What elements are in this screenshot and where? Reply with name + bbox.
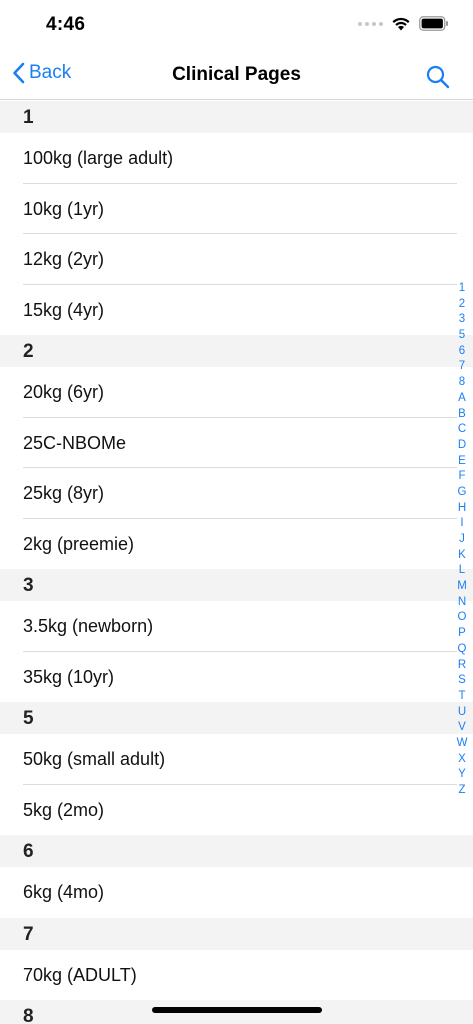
section-index-letter[interactable]: 5 — [459, 328, 465, 344]
section-index-letter[interactable]: 3 — [459, 312, 465, 328]
section-index-letter[interactable]: Z — [458, 783, 465, 799]
status-time: 4:46 — [46, 14, 86, 35]
section-header: 7 — [0, 917, 473, 950]
section-index-letter[interactable]: 2 — [459, 297, 465, 313]
section-index-letter[interactable]: U — [458, 705, 466, 721]
list-item[interactable]: 10kg (1yr) — [0, 183, 473, 234]
page-title: Clinical Pages — [172, 64, 301, 85]
section-index-letter[interactable]: K — [458, 548, 466, 564]
search-icon[interactable] — [425, 64, 451, 90]
list-item[interactable]: 25kg (8yr) — [0, 468, 473, 519]
section-index-letter[interactable]: C — [458, 422, 466, 438]
section-index-letter[interactable]: L — [459, 563, 465, 579]
section-index-letter[interactable]: G — [458, 485, 467, 501]
section-index-letter[interactable]: T — [458, 689, 465, 705]
section-index-letter[interactable]: F — [458, 469, 465, 485]
list-item[interactable]: 20kg (6yr) — [0, 367, 473, 418]
section-index-letter[interactable]: H — [458, 501, 466, 517]
section-header: 6 — [0, 835, 473, 867]
section-index-letter[interactable]: A — [458, 391, 466, 407]
list-item[interactable]: 35kg (10yr) — [0, 651, 473, 702]
section-index-letter[interactable]: E — [458, 454, 466, 470]
status-icons — [358, 16, 449, 31]
section-index-letter[interactable]: 6 — [459, 344, 465, 360]
list-item[interactable]: 25C-NBOMe — [0, 417, 473, 468]
section-index-letter[interactable]: N — [458, 595, 466, 611]
section-index-letter[interactable]: O — [458, 610, 467, 626]
section-index-letter[interactable]: Q — [458, 642, 467, 658]
section-index-letter[interactable]: S — [458, 673, 466, 689]
navigation-bar: Back Clinical Pages — [0, 52, 473, 100]
section-index-letter[interactable]: J — [459, 532, 465, 548]
section-index[interactable]: 1235678ABCDEFGHIJKLMNOPQRSTUVWXYZ — [454, 281, 470, 799]
list-item[interactable]: 3.5kg (newborn) — [0, 601, 473, 652]
cellular-signal-icon — [358, 21, 383, 26]
battery-icon — [419, 16, 448, 31]
section-index-letter[interactable]: B — [458, 407, 466, 423]
list-item[interactable]: 50kg (small adult) — [0, 734, 473, 785]
section-index-letter[interactable]: D — [458, 438, 466, 454]
section-header: 3 — [0, 569, 473, 601]
list-item[interactable]: 100kg (large adult) — [0, 133, 473, 184]
section-index-letter[interactable]: 1 — [459, 281, 465, 297]
list-item[interactable]: 6kg (4mo) — [0, 867, 473, 918]
section-index-letter[interactable]: Y — [458, 767, 466, 783]
list-item[interactable]: 12kg (2yr) — [0, 234, 473, 285]
list-item[interactable]: 2kg (preemie) — [0, 518, 473, 569]
section-index-letter[interactable]: W — [457, 736, 468, 752]
section-index-letter[interactable]: P — [458, 626, 466, 642]
section-header: 5 — [0, 702, 473, 734]
section-index-letter[interactable]: I — [460, 516, 463, 532]
clinical-pages-list[interactable]: 1 100kg (large adult) 10kg (1yr) 12kg (2… — [0, 101, 473, 1024]
section-index-letter[interactable]: M — [457, 579, 467, 595]
home-indicator — [152, 1007, 322, 1013]
section-index-letter[interactable]: V — [458, 720, 466, 736]
list-item[interactable]: 15kg (4yr) — [0, 284, 473, 335]
list-item[interactable]: 70kg (ADULT) — [0, 949, 473, 1000]
list-item[interactable]: 5kg (2mo) — [0, 784, 473, 835]
section-index-letter[interactable]: X — [458, 752, 466, 768]
section-header: 1 — [0, 101, 473, 133]
section-index-letter[interactable]: 7 — [459, 359, 465, 375]
section-index-letter[interactable]: 8 — [459, 375, 465, 391]
section-index-letter[interactable]: R — [458, 658, 466, 674]
wifi-icon — [392, 17, 410, 31]
section-header: 2 — [0, 335, 473, 367]
status-bar: 4:46 — [0, 0, 473, 52]
